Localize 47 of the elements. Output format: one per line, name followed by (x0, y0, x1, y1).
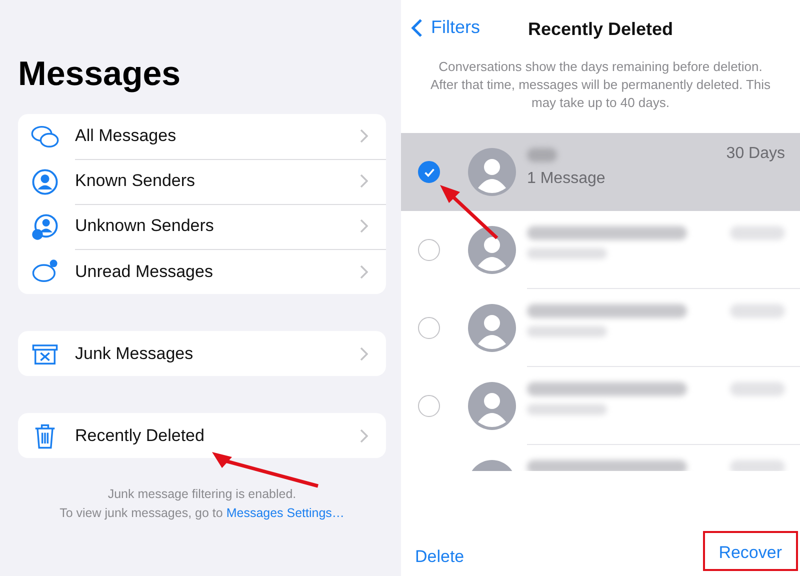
back-icon (411, 18, 423, 38)
chevron-icon (360, 428, 368, 442)
annotation-arrow (440, 185, 498, 240)
info-text: Conversations show the days remaining before deletion. After that time, messages will be permanently deleted. This may take up to 40 days. (429, 58, 772, 112)
filter-item[interactable]: Junk Messages (18, 331, 386, 376)
days-remaining: 30 Days (726, 145, 785, 163)
chevron-icon (360, 264, 368, 278)
select-radio[interactable] (418, 161, 440, 183)
person-icon (30, 166, 60, 196)
filter-item[interactable]: Known Senders (18, 159, 386, 204)
filter-label: Recently Deleted (75, 426, 204, 446)
filter-item[interactable]: Unknown Senders (18, 204, 386, 249)
avatar-icon (468, 148, 516, 196)
blurred-days (730, 226, 785, 240)
checkmark-icon (424, 168, 434, 176)
filter-label: All Messages (75, 126, 176, 146)
filter-label: Unread Messages (75, 262, 213, 282)
footer-note: Junk message filtering is enabled. (108, 487, 296, 501)
chevron-icon (360, 129, 368, 143)
select-radio[interactable] (418, 395, 440, 417)
avatar-icon (468, 304, 516, 352)
page-title: Messages (18, 55, 182, 94)
chevron-icon (360, 174, 368, 188)
settings-link[interactable]: Messages Settings… (226, 506, 344, 520)
blurred-days (730, 460, 785, 471)
filter-label: Junk Messages (75, 344, 194, 364)
chevron-icon (360, 346, 368, 360)
filter-item[interactable]: Unread Messages (18, 249, 386, 294)
select-radio[interactable] (418, 239, 440, 261)
avatar-icon (468, 226, 516, 274)
blurred-days (730, 304, 785, 318)
footer-note: To view junk messages, go to (60, 506, 223, 520)
select-radio[interactable] (418, 317, 440, 339)
blurred-name (527, 148, 557, 162)
filter-label: Known Senders (75, 171, 196, 191)
person-question-icon (30, 212, 60, 242)
chevron-icon (360, 219, 368, 233)
filter-item[interactable]: All Messages (18, 114, 386, 159)
back-button[interactable]: Filters (411, 17, 480, 38)
blurred-days (730, 382, 785, 396)
filter-item[interactable]: Recently Deleted (18, 413, 386, 458)
avatar-icon (468, 382, 516, 430)
filter-label: Unknown Senders (75, 216, 214, 236)
message-count: 1 Message (527, 170, 606, 188)
delete-button[interactable]: Delete (401, 543, 478, 571)
screen-title: Recently Deleted (528, 18, 674, 40)
recover-button[interactable]: Recover (704, 539, 796, 567)
